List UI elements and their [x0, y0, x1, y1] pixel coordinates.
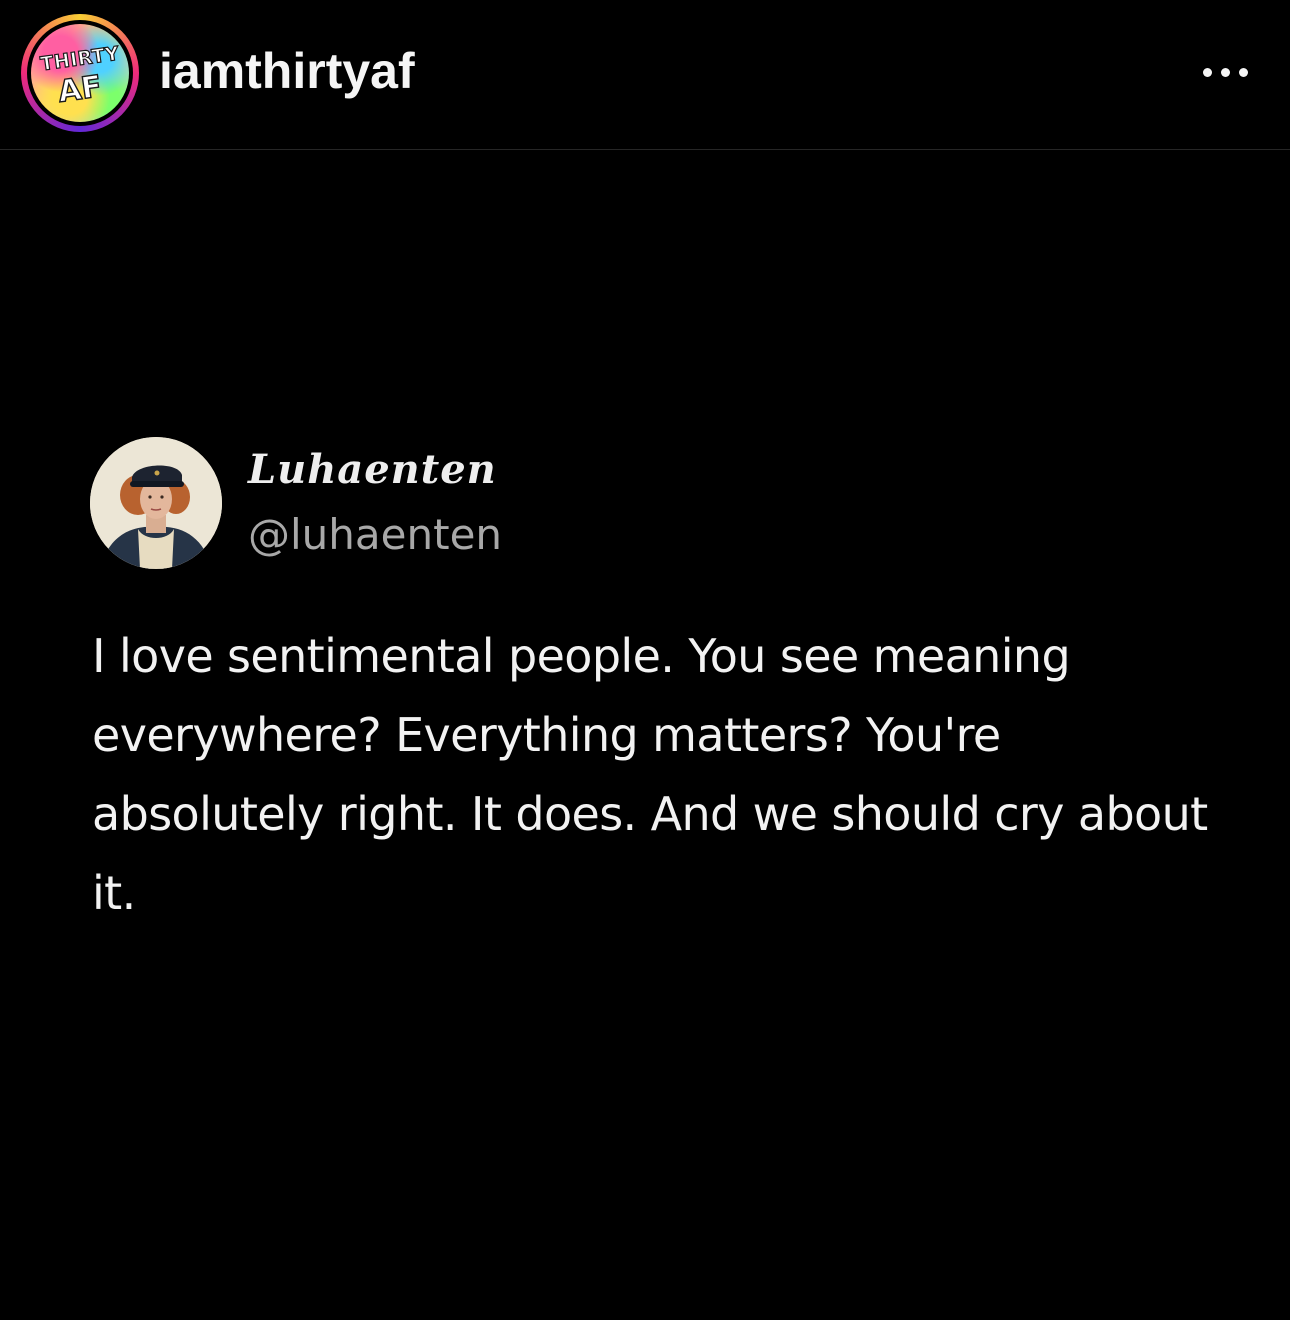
more-horizontal-icon: [1238, 67, 1248, 77]
tweet-display-name: Luhaenten: [248, 446, 497, 493]
profile-avatar-logo: THIRTY AF: [31, 24, 129, 122]
profile-avatar-story-ring[interactable]: THIRTY AF: [21, 14, 139, 132]
tweet-author-avatar: [90, 437, 222, 569]
post-author-username[interactable]: iamthirtyaf: [159, 40, 415, 102]
tweet-body-text: I love sentimental people. You see meani…: [92, 629, 1208, 920]
more-options-button[interactable]: [1190, 50, 1260, 94]
more-horizontal-icon: [1202, 67, 1212, 77]
post-header: THIRTY AF iamthirtyaf: [0, 0, 1290, 150]
post-media[interactable]: Luhaenten @luhaenten I love sentimental …: [0, 151, 1290, 1320]
tweet-handle: @luhaenten: [248, 510, 503, 559]
avatar-gap: THIRTY AF: [27, 20, 133, 126]
portrait-illustration: [90, 437, 222, 569]
more-horizontal-icon: [1220, 67, 1230, 77]
